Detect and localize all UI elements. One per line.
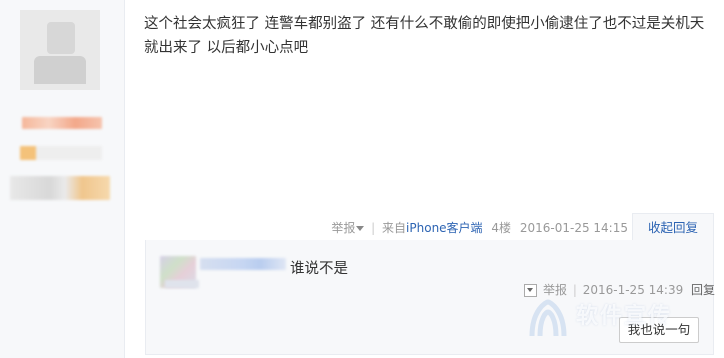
reply-link[interactable]: 回复 [691,283,715,297]
user-level-blurred [10,176,110,200]
avatar[interactable] [20,10,100,90]
reply-timestamp: 2016-1-25 14:39 [582,283,684,297]
reply-username-sub-blurred [165,280,199,288]
reply-meta: 举报 | 2016-1-25 14:39 回复 [524,281,715,298]
user-sidebar [0,0,125,358]
dropdown-icon[interactable] [524,284,537,297]
avatar-body [34,56,86,84]
source-link[interactable]: iPhone客户端 [406,221,483,235]
floor-number: 4楼 [491,221,512,235]
reply-report-button[interactable]: 举报 [543,283,567,297]
post-timestamp: 2016-01-25 14:15 [519,221,628,235]
divider: | [371,221,376,235]
report-button[interactable]: 举报 [331,221,365,235]
collapse-replies-button[interactable]: 收起回复 [632,213,714,241]
post-content: 这个社会太疯狂了 连警车都别盗了 还有什么不敢偷的即使把小偷逮住了也不过是关机天… [144,16,705,56]
reply-username-blurred[interactable] [200,258,286,270]
reply-text: 谁说不是 [290,261,348,277]
post-meta: 举报 | 来自iPhone客户端 4楼 2016-01-25 14:15 [331,219,628,236]
divider: | [572,283,577,297]
add-reply-button[interactable]: 我也说一句 [619,317,699,343]
source-prefix: 来自 [382,221,407,235]
user-badge-blurred [20,146,102,160]
caret-down-icon [356,226,365,231]
username-blurred[interactable] [22,117,102,129]
avatar-head [47,22,75,54]
